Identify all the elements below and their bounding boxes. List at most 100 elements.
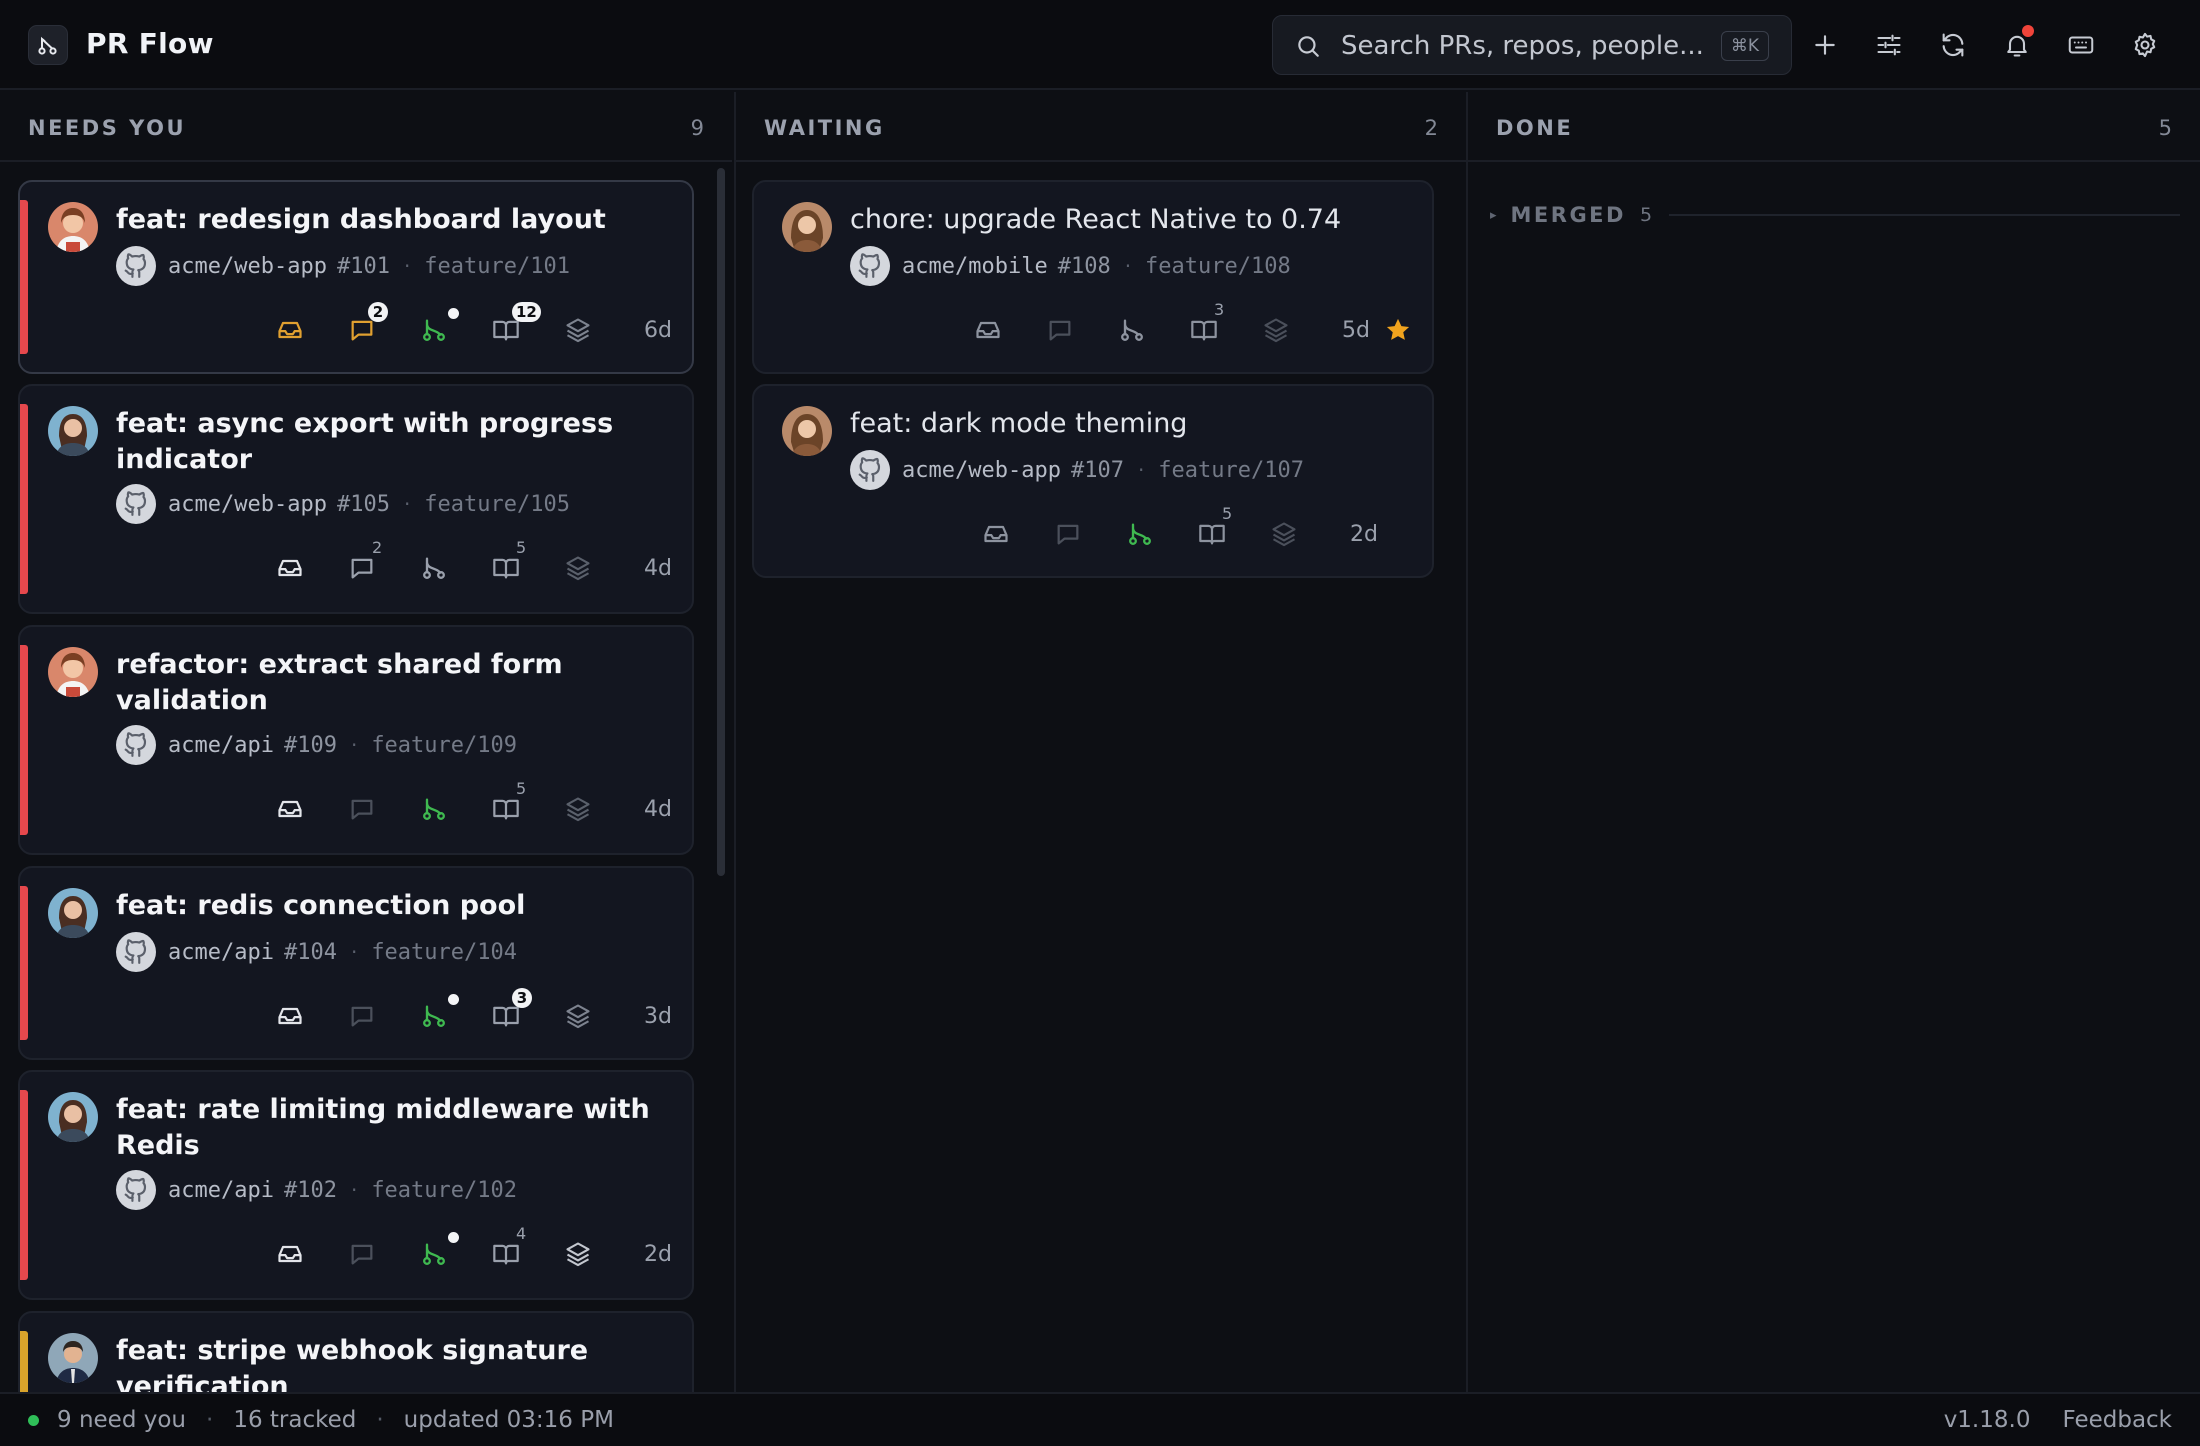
pr-card[interactable]: feat: async export with progress indicat… — [18, 384, 694, 614]
notifications-button[interactable] — [1994, 22, 2040, 68]
tracked-count: 16 tracked — [233, 1407, 357, 1433]
comments-icon[interactable] — [1024, 308, 1096, 352]
inbox-icon[interactable] — [952, 308, 1024, 352]
pr-card[interactable]: chore: upgrade React Native to 0.74 acme… — [752, 180, 1434, 374]
pr-age: 4d — [644, 555, 672, 581]
files-count: 5 — [1222, 504, 1233, 523]
pr-meta: acme/api #109 · feature/109 — [116, 725, 517, 765]
comments-icon[interactable]: 2 — [326, 538, 398, 590]
checks-icon[interactable] — [398, 308, 470, 352]
comments-icon[interactable]: 2 — [326, 302, 398, 352]
avatar — [48, 1092, 98, 1142]
pr-status-icons: 3 3d — [254, 988, 672, 1038]
needs-you-column: NEEDS YOU 9 feat: redesign dashboard lay… — [0, 92, 732, 1392]
inbox-icon[interactable] — [960, 512, 1032, 556]
pr-title[interactable]: feat: async export with progress indicat… — [116, 406, 676, 478]
done-column: DONE 5 ▸ MERGED 5 — [1466, 92, 2200, 1392]
merged-group-toggle[interactable]: ▸ MERGED 5 — [1490, 200, 2180, 230]
inbox-icon[interactable] — [254, 546, 326, 590]
pr-card[interactable]: feat: rate limiting middleware with Redi… — [18, 1070, 694, 1300]
new-pr-button[interactable] — [1802, 22, 1848, 68]
filters-button[interactable] — [1866, 22, 1912, 68]
refresh-button[interactable] — [1930, 22, 1976, 68]
app-title: PR Flow — [86, 27, 214, 60]
files-icon[interactable]: 4 — [470, 1224, 542, 1276]
pr-title[interactable]: feat: redesign dashboard layout — [116, 202, 676, 238]
checks-icon[interactable] — [398, 787, 470, 831]
repo-name[interactable]: acme/web-app — [168, 492, 327, 517]
settings-button[interactable] — [2122, 22, 2168, 68]
repo-name[interactable]: acme/api — [168, 940, 274, 965]
plus-icon — [1812, 32, 1838, 58]
pr-title[interactable]: feat: redis connection pool — [116, 888, 676, 924]
pr-card[interactable]: refactor: extract shared form validation… — [18, 625, 694, 855]
search-input[interactable] — [1341, 28, 1711, 64]
inbox-icon[interactable] — [254, 1232, 326, 1276]
inbox-icon[interactable] — [254, 787, 326, 831]
repo-name[interactable]: acme/web-app — [168, 254, 327, 279]
pr-age: 3d — [644, 1003, 672, 1029]
comments-icon[interactable] — [326, 1232, 398, 1276]
checks-icon[interactable] — [1096, 308, 1168, 352]
pr-age: 2d — [644, 1241, 672, 1267]
files-icon[interactable]: 3 — [1168, 300, 1240, 352]
repo-name[interactable]: acme/mobile — [902, 254, 1048, 279]
github-icon — [116, 246, 156, 286]
pr-age: 2d — [1350, 521, 1378, 547]
checks-icon[interactable] — [398, 994, 470, 1038]
files-icon[interactable]: 3 — [470, 988, 542, 1038]
priority-accent — [20, 404, 28, 594]
files-icon[interactable]: 5 — [470, 779, 542, 831]
layers-icon[interactable] — [542, 994, 614, 1038]
priority-accent — [20, 200, 28, 354]
keyboard-icon — [2066, 30, 2096, 60]
pr-number: #102 — [283, 1177, 337, 1203]
checks-icon[interactable] — [398, 1232, 470, 1276]
layers-icon[interactable] — [1240, 308, 1312, 352]
refresh-icon — [1939, 31, 1967, 59]
pr-meta: acme/web-app #107 · feature/107 — [850, 450, 1304, 490]
comments-icon[interactable] — [326, 994, 398, 1038]
files-icon[interactable]: 12 — [470, 302, 542, 352]
pr-title[interactable]: chore: upgrade React Native to 0.74 — [850, 202, 1410, 238]
scrollbar[interactable] — [717, 168, 725, 876]
files-badge: 12 — [512, 302, 541, 322]
feedback-link[interactable]: Feedback — [2062, 1407, 2172, 1433]
layers-icon[interactable] — [542, 787, 614, 831]
checks-icon[interactable] — [1104, 512, 1176, 556]
github-icon — [116, 725, 156, 765]
comments-icon[interactable] — [1032, 512, 1104, 556]
repo-name[interactable]: acme/api — [168, 1178, 274, 1203]
pr-title[interactable]: feat: rate limiting middleware with Redi… — [116, 1092, 676, 1164]
pr-age: 6d — [644, 317, 672, 343]
checks-icon[interactable] — [398, 546, 470, 590]
pr-card[interactable]: feat: redesign dashboard layout acme/web… — [18, 180, 694, 374]
layers-icon[interactable] — [542, 546, 614, 590]
app-logo-icon[interactable] — [28, 25, 68, 65]
keyboard-shortcuts-button[interactable] — [2058, 22, 2104, 68]
pr-card[interactable]: feat: stripe webhook signature verificat… — [18, 1311, 694, 1392]
files-icon[interactable]: 5 — [1176, 504, 1248, 556]
layers-icon[interactable] — [1248, 512, 1320, 556]
files-icon[interactable]: 5 — [470, 538, 542, 590]
column-header: WAITING 2 — [736, 92, 1466, 162]
search-icon — [1295, 33, 1321, 59]
pr-number: #105 — [336, 491, 390, 517]
repo-name[interactable]: acme/api — [168, 733, 274, 758]
layers-icon[interactable] — [542, 308, 614, 352]
repo-name[interactable]: acme/web-app — [902, 458, 1061, 483]
layers-icon[interactable] — [542, 1232, 614, 1276]
column-title: DONE — [1496, 116, 1574, 140]
comments-icon[interactable] — [326, 787, 398, 831]
pr-title[interactable]: feat: dark mode theming — [850, 406, 1410, 442]
inbox-icon[interactable] — [254, 308, 326, 352]
pr-card[interactable]: feat: dark mode theming acme/web-app #10… — [752, 384, 1434, 578]
pr-card[interactable]: feat: redis connection pool acme/api #10… — [18, 866, 694, 1060]
comments-count: 2 — [372, 538, 383, 557]
pr-title[interactable]: feat: stripe webhook signature verificat… — [116, 1333, 676, 1392]
search-box[interactable]: ⌘K — [1272, 15, 1792, 75]
inbox-icon[interactable] — [254, 994, 326, 1038]
pr-title[interactable]: refactor: extract shared form validation — [116, 647, 676, 719]
pr-status-icons: 5 4d — [254, 779, 672, 831]
star-icon[interactable] — [1384, 316, 1412, 344]
